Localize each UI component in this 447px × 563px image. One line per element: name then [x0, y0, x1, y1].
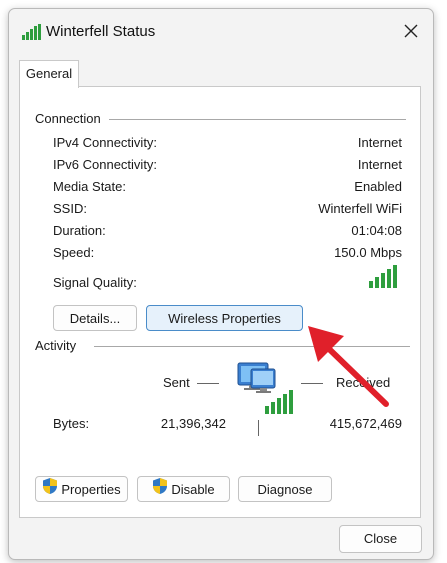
uac-shield-icon: [42, 477, 58, 503]
window-title: Winterfell Status: [46, 23, 156, 40]
media-state-value: Enabled: [354, 179, 402, 194]
ssid-value: Winterfell WiFi: [318, 201, 402, 216]
bytes-label: Bytes:: [53, 416, 90, 431]
activity-group-label: Activity: [35, 338, 85, 353]
duration-label: Duration:: [53, 223, 106, 238]
sent-line: [197, 383, 219, 384]
speed-label: Speed:: [53, 245, 95, 260]
properties-label: Properties: [61, 482, 121, 497]
duration-value: 01:04:08: [351, 223, 402, 238]
speed-value: 150.0 Mbps: [334, 245, 402, 260]
properties-button[interactable]: Properties: [35, 476, 128, 502]
close-window-button[interactable]: [393, 15, 429, 47]
sent-label: Sent: [163, 375, 190, 390]
diagnose-button[interactable]: Diagnose: [238, 476, 332, 502]
ipv4-label: IPv4 Connectivity:: [53, 135, 158, 150]
title-bar: Winterfell Status: [9, 9, 433, 53]
ipv6-label: IPv6 Connectivity:: [53, 157, 158, 172]
bytes-sent-value: 21,396,342: [160, 416, 226, 431]
wireless-properties-button[interactable]: Wireless Properties: [146, 305, 303, 331]
wifi-signal-icon: [22, 24, 42, 45]
signal-quality-icon: [369, 264, 397, 293]
ssid-label: SSID:: [53, 201, 87, 216]
bytes-received-value: 415,672,469: [329, 416, 402, 431]
connection-group-label: Connection: [35, 111, 109, 126]
disable-label: Disable: [171, 482, 215, 497]
disable-button[interactable]: Disable: [137, 476, 230, 502]
details-button[interactable]: Details...: [53, 305, 137, 331]
close-icon: [404, 24, 418, 38]
general-panel: Connection IPv4 Connectivity: Internet I…: [19, 86, 421, 518]
signal-quality-label: Signal Quality:: [53, 275, 137, 290]
ipv4-value: Internet: [357, 135, 402, 150]
tab-general[interactable]: General: [19, 60, 79, 88]
activity-separator: [258, 420, 259, 436]
close-button[interactable]: Close: [339, 525, 422, 553]
connection-divider: [106, 119, 406, 120]
uac-shield-icon: [152, 477, 168, 503]
media-state-label: Media State:: [53, 179, 126, 194]
annotation-arrow-icon: [308, 326, 389, 407]
ipv6-value: Internet: [357, 157, 402, 172]
network-status-dialog: Winterfell Status General Connection IPv…: [8, 8, 434, 560]
network-computers-icon: [235, 357, 297, 420]
